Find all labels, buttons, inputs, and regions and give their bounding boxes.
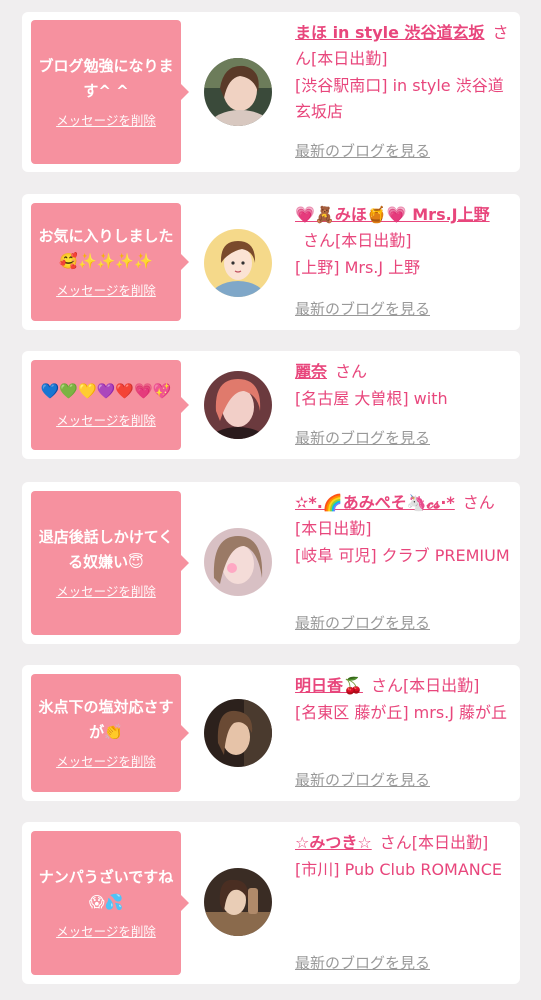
message-card: 氷点下の塩対応さすが👏 メッセージを削除 明日香🍒 さん[本日出勤] [名東区 藤… — [22, 665, 520, 801]
message-text: ブログ勉強になります^ ^ — [38, 56, 174, 100]
message-bubble: 💙💚💛💜❤️💗💖 メッセージを削除 — [31, 360, 189, 450]
cast-name-link[interactable]: 💗🧸みほ🍯💗 Mrs.J上野 — [295, 205, 490, 224]
cast-info: 麗奈 さん [名古屋 大曽根] with — [295, 359, 513, 412]
cast-info: まほ in style 渋谷道玄坂 さん[本日出勤] [渋谷駅南口] in sty… — [295, 20, 513, 125]
woman-photo-icon — [204, 371, 272, 439]
delete-message-link[interactable]: メッセージを削除 — [56, 751, 156, 770]
message-bubble: ブログ勉強になります^ ^ メッセージを削除 — [31, 20, 189, 164]
cast-status: さん[本日出勤] — [303, 231, 412, 250]
shop-info: [上野] Mrs.J 上野 — [295, 258, 421, 277]
woman-photo-icon — [204, 58, 272, 126]
message-card: 退店後話しかけてくる奴嫌い😇 メッセージを削除 ✫*.🌈あみぺそ🦄𝓬𝓼·* さん[… — [22, 482, 520, 644]
message-text: お気に入りしました🥰✨✨✨✨ — [38, 226, 174, 270]
cast-info: 明日香🍒 さん[本日出勤] [名東区 藤が丘] mrs.J 藤が丘 — [295, 673, 513, 726]
cast-status: さん[本日出勤] — [370, 676, 480, 695]
shop-info: [渋谷駅南口] in style 渋谷道玄坂店 — [295, 76, 504, 121]
cast-name-link[interactable]: ☆みつき☆ — [295, 833, 372, 852]
message-bubble: 退店後話しかけてくる奴嫌い😇 メッセージを削除 — [31, 491, 189, 635]
message-bubble: ナンパうざいですね😱💦 メッセージを削除 — [31, 831, 189, 975]
avatar[interactable] — [204, 699, 272, 767]
cast-name-link[interactable]: 明日香🍒 — [295, 676, 363, 695]
woman-photo-icon — [204, 528, 272, 596]
shop-info: [名古屋 大曽根] with — [295, 389, 448, 408]
latest-blog-link[interactable]: 最新のブログを見る — [295, 952, 430, 973]
cast-name-link[interactable]: ✫*.🌈あみぺそ🦄𝓬𝓼·* — [295, 493, 455, 512]
message-card: 💙💚💛💜❤️💗💖 メッセージを削除 麗奈 さん [名古屋 大曽根] with 最新… — [22, 351, 520, 459]
avatar[interactable] — [204, 229, 272, 297]
cast-status: さん[本日出勤] — [379, 833, 489, 852]
latest-blog-link[interactable]: 最新のブログを見る — [295, 140, 430, 161]
latest-blog-link[interactable]: 最新のブログを見る — [295, 427, 430, 448]
message-text: 💙💚💛💜❤️💗💖 — [40, 382, 172, 400]
latest-blog-link[interactable]: 最新のブログを見る — [295, 298, 430, 319]
shop-info: [岐阜 可児] クラブ PREMIUM — [295, 546, 510, 565]
message-card: お気に入りしました🥰✨✨✨✨ メッセージを削除 💗🧸みほ🍯💗 Mrs.J上野さん… — [22, 194, 520, 330]
delete-message-link[interactable]: メッセージを削除 — [56, 410, 156, 429]
delete-message-link[interactable]: メッセージを削除 — [56, 581, 156, 600]
delete-message-link[interactable]: メッセージを削除 — [56, 110, 156, 129]
message-history-list: ブログ勉強になります^ ^ メッセージを削除 まほ in style 渋谷道玄坂… — [0, 0, 541, 1000]
delete-message-link[interactable]: メッセージを削除 — [56, 921, 156, 940]
message-text: 退店後話しかけてくる奴嫌い😇 — [38, 527, 174, 571]
avatar[interactable] — [204, 371, 272, 439]
cast-info: ☆みつき☆ さん[本日出勤] [市川] Pub Club ROMANCE — [295, 830, 513, 883]
avatar[interactable] — [204, 868, 272, 936]
message-bubble: 氷点下の塩対応さすが👏 メッセージを削除 — [31, 674, 189, 792]
cast-info: ✫*.🌈あみぺそ🦄𝓬𝓼·* さん[本日出勤] [岐阜 可児] クラブ PREMIU… — [295, 490, 513, 569]
message-card: ナンパうざいですね😱💦 メッセージを削除 ☆みつき☆ さん[本日出勤] [市川] … — [22, 822, 520, 984]
message-bubble: お気に入りしました🥰✨✨✨✨ メッセージを削除 — [31, 203, 189, 321]
message-card: ブログ勉強になります^ ^ メッセージを削除 まほ in style 渋谷道玄坂… — [22, 12, 520, 172]
avatar[interactable] — [204, 528, 272, 596]
message-text: ナンパうざいですね😱💦 — [38, 867, 174, 911]
illustrated-woman-icon — [204, 229, 272, 297]
shop-info: [名東区 藤が丘] mrs.J 藤が丘 — [295, 703, 508, 722]
latest-blog-link[interactable]: 最新のブログを見る — [295, 769, 430, 790]
avatar[interactable] — [204, 58, 272, 126]
woman-photo-icon — [204, 699, 272, 767]
cast-name-link[interactable]: まほ in style 渋谷道玄坂 — [295, 23, 485, 42]
cast-info: 💗🧸みほ🍯💗 Mrs.J上野さん[本日出勤] [上野] Mrs.J 上野 — [295, 202, 513, 281]
woman-photo-icon — [204, 868, 272, 936]
shop-info: [市川] Pub Club ROMANCE — [295, 860, 503, 879]
message-text: 氷点下の塩対応さすが👏 — [38, 697, 174, 741]
delete-message-link[interactable]: メッセージを削除 — [56, 280, 156, 299]
cast-status: さん — [335, 362, 368, 381]
latest-blog-link[interactable]: 最新のブログを見る — [295, 612, 430, 633]
cast-name-link[interactable]: 麗奈 — [295, 362, 327, 381]
